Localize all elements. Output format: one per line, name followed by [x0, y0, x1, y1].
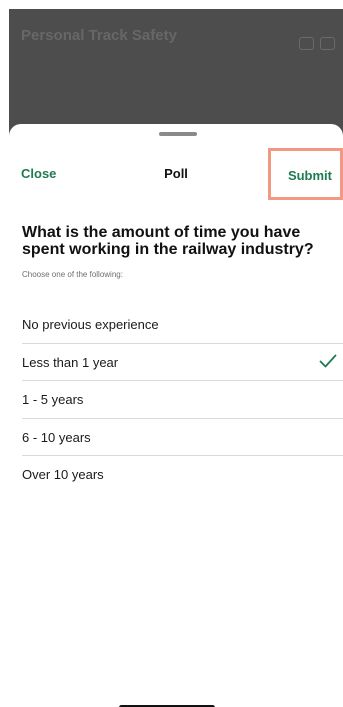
car-icon: [299, 37, 314, 50]
option-label: 6 - 10 years: [22, 429, 91, 445]
options-list: No previous experience Less than 1 year …: [22, 306, 343, 494]
message-icon: [320, 37, 335, 50]
submit-highlight: Submit: [268, 148, 343, 200]
poll-question: What is the amount of time you have spen…: [22, 224, 314, 258]
poll-sheet: Close Poll Submit What is the amount of …: [9, 124, 343, 707]
option-less-than-1-year[interactable]: Less than 1 year: [22, 344, 343, 381]
option-6-10-years[interactable]: 6 - 10 years: [22, 419, 343, 456]
option-label: 1 - 5 years: [22, 392, 84, 407]
option-1-5-years[interactable]: 1 - 5 years: [22, 381, 343, 419]
sheet-grabber[interactable]: [159, 132, 197, 136]
option-label: Less than 1 year: [22, 354, 119, 370]
option-over-10-years[interactable]: Over 10 years: [22, 456, 343, 494]
option-label: No previous experience: [22, 317, 159, 332]
submit-button[interactable]: Submit: [288, 168, 332, 183]
background-icons: [299, 37, 335, 50]
option-label: Over 10 years: [22, 467, 104, 482]
app-frame: Personal Track Safety Close Poll Submit …: [9, 9, 343, 707]
option-no-experience[interactable]: No previous experience: [22, 306, 343, 344]
poll-instruction: Choose one of the following:: [22, 270, 123, 279]
check-icon: [319, 354, 337, 367]
sheet-header: Close Poll Submit: [9, 148, 343, 200]
background-title: Personal Track Safety: [21, 27, 177, 44]
